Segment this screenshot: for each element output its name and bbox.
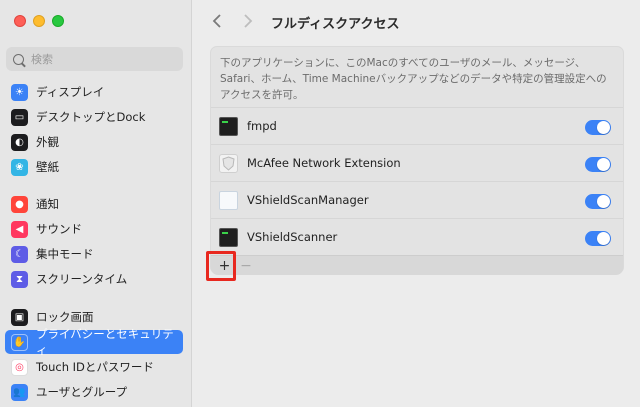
- sidebar-item-label: デスクトップとDock: [36, 110, 146, 124]
- sidebar-item-label: 壁紙: [36, 160, 59, 174]
- remove-app-button[interactable]: −: [239, 256, 253, 275]
- sidebar-item-label: ユーザとグループ: [36, 385, 128, 399]
- sidebar-item-label: ロック画面: [36, 310, 94, 324]
- appearance-icon: ◐: [11, 133, 28, 151]
- minimize-window-button[interactable]: [33, 15, 45, 27]
- sidebar-item-display[interactable]: ☀ ディスプレイ: [5, 80, 183, 104]
- sidebar-item-sound[interactable]: ◀ サウンド: [5, 217, 183, 241]
- forward-button[interactable]: [238, 11, 258, 31]
- sidebar-item-users-groups[interactable]: 👥 ユーザとグループ: [5, 380, 183, 404]
- focus-moon-icon: ☾: [11, 245, 28, 263]
- chevron-left-icon: [212, 14, 221, 28]
- page-title: フルディスクアクセス: [271, 17, 400, 32]
- sound-icon: ◀: [11, 220, 28, 238]
- access-toggle[interactable]: [585, 231, 611, 246]
- search-icon: [13, 53, 24, 65]
- add-app-button[interactable]: +: [215, 256, 234, 275]
- sidebar-item-label: プライバシーとセキュリティ: [36, 327, 174, 357]
- full-disk-access-panel: 下のアプリケーションに、このMacのすべてのユーザのメール、メッセージ、Safa…: [210, 46, 624, 275]
- search-field[interactable]: [6, 47, 183, 71]
- sidebar-item-screentime[interactable]: ⧗ スクリーンタイム: [5, 267, 183, 291]
- description-text: 下のアプリケーションに、このMacのすべてのユーザのメール、メッセージ、Safa…: [220, 57, 607, 101]
- app-row-fmpd: fmpd: [211, 107, 623, 144]
- sidebar-item-label: サウンド: [36, 222, 82, 236]
- sidebar-item-desktop-dock[interactable]: ▭ デスクトップとDock: [5, 105, 183, 129]
- sidebar-item-wallpaper[interactable]: ❀ 壁紙: [5, 155, 183, 179]
- display-icon: ☀: [11, 83, 28, 101]
- wallpaper-icon: ❀: [11, 158, 28, 176]
- toolbar: フルディスクアクセス: [193, 0, 640, 42]
- lock-icon: ▣: [11, 308, 28, 326]
- sidebar-item-privacy-security[interactable]: ✋ プライバシーとセキュリティ: [5, 327, 183, 357]
- main-content: フルディスクアクセス 下のアプリケーションに、このMacのすべてのユーザのメール…: [193, 0, 640, 407]
- sidebar-item-label: Touch IDとパスワード: [36, 360, 154, 374]
- app-name: fmpd: [247, 119, 277, 133]
- screentime-hourglass-icon: ⧗: [11, 270, 28, 288]
- sidebar-item-label: 通知: [36, 197, 59, 211]
- dock-icon: ▭: [11, 108, 28, 126]
- close-window-button[interactable]: [14, 15, 26, 27]
- sidebar-item-focus[interactable]: ☾ 集中モード: [5, 242, 183, 266]
- terminal-icon: [219, 228, 238, 247]
- zoom-window-button[interactable]: [52, 15, 64, 27]
- app-name: VShieldScanner: [247, 230, 338, 244]
- window-controls: [14, 15, 64, 27]
- search-input[interactable]: [31, 52, 171, 66]
- notifications-icon: ●: [11, 195, 28, 213]
- sidebar-item-touch-id[interactable]: ◎ Touch IDとパスワード: [5, 355, 183, 379]
- sidebar-item-label: 外観: [36, 135, 59, 149]
- access-toggle[interactable]: [585, 194, 611, 209]
- sidebar: ☀ ディスプレイ ▭ デスクトップとDock ◐ 外観 ❀ 壁紙 ● 通知 ◀ …: [0, 0, 192, 407]
- list-controls-bar: + −: [211, 255, 623, 275]
- document-icon: [219, 191, 238, 210]
- app-name: VShieldScanManager: [247, 193, 369, 207]
- fingerprint-icon: ◎: [11, 358, 28, 376]
- terminal-icon: [219, 117, 238, 136]
- app-row-vshieldscanmanager: VShieldScanManager: [211, 181, 623, 218]
- sidebar-item-notifications[interactable]: ● 通知: [5, 192, 183, 216]
- app-row-vshieldscanner: VShieldScanner: [211, 218, 623, 255]
- privacy-hand-icon: ✋: [11, 333, 28, 351]
- sidebar-item-appearance[interactable]: ◐ 外観: [5, 130, 183, 154]
- shield-icon: [219, 154, 238, 173]
- app-row-mcafee-network-extension: McAfee Network Extension: [211, 144, 623, 181]
- chevron-right-icon: [244, 14, 253, 28]
- users-icon: 👥: [11, 383, 28, 401]
- sidebar-item-label: スクリーンタイム: [36, 272, 128, 286]
- back-button[interactable]: [207, 11, 227, 31]
- sidebar-item-label: ディスプレイ: [36, 85, 105, 99]
- sidebar-item-label: 集中モード: [36, 247, 94, 261]
- app-list: fmpd McAfee Network Extension VShieldSca…: [211, 107, 623, 255]
- app-name: McAfee Network Extension: [247, 156, 401, 170]
- access-toggle[interactable]: [585, 120, 611, 135]
- access-toggle[interactable]: [585, 157, 611, 172]
